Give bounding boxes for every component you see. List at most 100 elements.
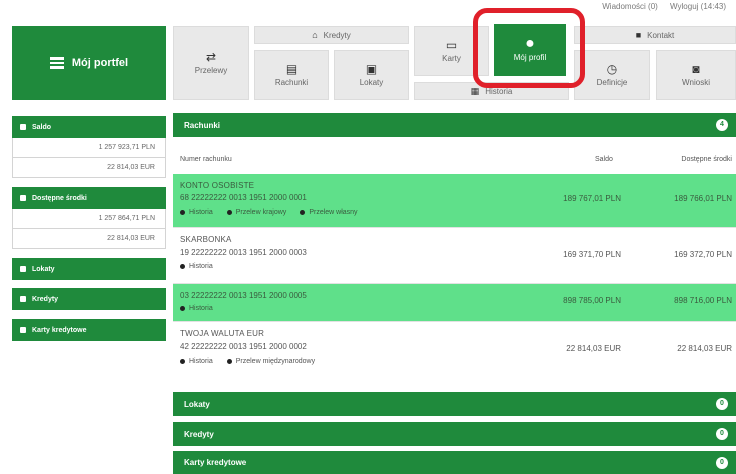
- nav-accounts[interactable]: ▤ Rachunki: [254, 50, 329, 100]
- inbox-icon: ◙: [692, 62, 700, 76]
- logout-link[interactable]: Wyloguj (14:43): [670, 2, 726, 11]
- account-number: 68 22222222 0013 1951 2000 0001: [180, 193, 307, 202]
- bullet-icon: [226, 210, 232, 215]
- nav-applications[interactable]: ◙ Wnioski: [656, 50, 736, 100]
- bullet-icon: [180, 359, 185, 364]
- nav-label: Karty: [442, 54, 461, 63]
- account-name: KONTO OSOBISTE: [180, 181, 255, 190]
- deposits-panel-header[interactable]: Lokaty 0: [173, 392, 736, 416]
- account-number: 19 22222222 0013 1951 2000 0003: [180, 248, 307, 257]
- history-link[interactable]: Historia: [180, 209, 213, 216]
- sidebar-section-label: Lokaty: [32, 265, 55, 273]
- available-eur-value: 22 814,03 EUR: [12, 229, 166, 249]
- history-link[interactable]: Historia: [180, 263, 213, 270]
- sidebar-section-credit-cards[interactable]: Karty kredytowe: [12, 319, 166, 341]
- nav-contact[interactable]: ■ Kontakt: [574, 26, 736, 44]
- nav-transfers[interactable]: ⇄ Przelewy: [173, 26, 249, 100]
- account-actions: Historia Przelew międzynarodowy: [180, 358, 329, 365]
- count-badge: 0: [716, 457, 728, 469]
- list-icon: [49, 57, 64, 69]
- bullet-icon: [20, 124, 26, 130]
- nav-definitions[interactable]: ◷ Definicje: [574, 50, 650, 100]
- count-badge: 0: [716, 398, 728, 410]
- accounts-panel-header[interactable]: Rachunki 4: [173, 113, 736, 137]
- sidebar-section-available[interactable]: Dostępne środki: [12, 187, 166, 209]
- document-icon: ▤: [285, 62, 298, 76]
- clock-icon: ◷: [606, 62, 618, 76]
- column-header-balance: Saldo: [595, 156, 613, 163]
- sidebar-section-deposits[interactable]: Lokaty: [12, 258, 166, 280]
- transfer-arrows-icon: ⇄: [205, 50, 217, 64]
- bullet-icon: [180, 306, 185, 311]
- account-available: 189 766,01 PLN: [674, 194, 732, 203]
- briefcase-icon: ▣: [365, 62, 378, 76]
- international-transfer-link[interactable]: Przelew międzynarodowy: [226, 358, 315, 365]
- account-balance: 22 814,03 EUR: [566, 344, 621, 353]
- nav-credits[interactable]: ⌂ Kredyty: [254, 26, 409, 44]
- nav-my-profile[interactable]: ● Mój profil: [494, 24, 566, 76]
- count-badge: 4: [716, 119, 728, 131]
- saldo-eur-value: 22 814,03 EUR: [12, 158, 166, 178]
- account-name: TWOJA WALUTA EUR: [180, 329, 265, 338]
- count-badge: 0: [716, 428, 728, 440]
- sidebar-section-label: Karty kredytowe: [32, 326, 87, 334]
- nav-label: Historia: [485, 86, 513, 96]
- account-row[interactable]: KONTO OSOBISTE 68 22222222 0013 1951 200…: [173, 174, 736, 228]
- account-row[interactable]: 03 22222222 0013 1951 2000 0005 Historia…: [173, 284, 736, 322]
- account-row[interactable]: TWOJA WALUTA EUR 42 22222222 0013 1951 2…: [173, 322, 736, 378]
- account-available: 169 372,70 PLN: [674, 250, 732, 259]
- nav-label: Definicje: [596, 78, 628, 87]
- account-actions: Historia: [180, 305, 227, 312]
- account-actions: Historia: [180, 263, 227, 270]
- account-balance: 189 767,01 PLN: [563, 194, 621, 203]
- sidebar-section-label: Kredyty: [32, 295, 59, 303]
- my-portfolio-button[interactable]: Mój portfel: [12, 26, 166, 100]
- bullet-icon: [180, 210, 185, 215]
- top-links: Wiadomości (0) Wyloguj (14:43): [592, 2, 726, 11]
- account-row[interactable]: SKARBONKA 19 22222222 0013 1951 2000 000…: [173, 228, 736, 284]
- sidebar-section-loans[interactable]: Kredyty: [12, 288, 166, 310]
- panel-title: Lokaty: [184, 399, 210, 409]
- user-icon: ●: [525, 35, 535, 52]
- nav-label: Rachunki: [274, 78, 309, 87]
- account-available: 22 814,03 EUR: [677, 344, 732, 353]
- nav-label: Kredyty: [323, 30, 351, 40]
- bullet-icon: [226, 359, 232, 364]
- bullet-icon: [20, 296, 26, 302]
- bullet-icon: [180, 264, 185, 269]
- account-name: SKARBONKA: [180, 235, 232, 244]
- nav-cards[interactable]: ▭ Karty: [414, 26, 489, 76]
- nav-label: Przelewy: [194, 66, 228, 75]
- bullet-icon: [20, 327, 26, 333]
- nav-label: Mój profil: [513, 53, 547, 62]
- loans-panel-header[interactable]: Kredyty 0: [173, 422, 736, 446]
- credit-card-icon: ▭: [445, 38, 458, 52]
- account-balance: 898 785,00 PLN: [563, 296, 621, 305]
- sidebar-section-saldo[interactable]: Saldo: [12, 116, 166, 138]
- nav-deposits[interactable]: ▣ Lokaty: [334, 50, 409, 100]
- column-header-number: Numer rachunku: [180, 156, 232, 163]
- credit-cards-panel-header[interactable]: Karty kredytowe 0: [173, 451, 736, 474]
- sidebar-section-label: Saldo: [32, 123, 52, 131]
- sidebar-section-label: Dostępne środki: [32, 194, 87, 202]
- panel-title: Kredyty: [184, 429, 214, 439]
- account-available: 898 716,00 PLN: [674, 296, 732, 305]
- messages-link[interactable]: Wiadomości (0): [602, 2, 658, 11]
- bullet-icon: [20, 266, 26, 272]
- own-transfer-link[interactable]: Przelew własny: [300, 209, 358, 216]
- available-pln-value: 1 257 864,71 PLN: [12, 209, 166, 229]
- nav-history[interactable]: ▦ Historia: [414, 82, 569, 100]
- nav-label: Kontakt: [647, 30, 675, 40]
- panel-title: Rachunki: [184, 120, 221, 130]
- account-number: 03 22222222 0013 1951 2000 0005: [180, 291, 307, 300]
- account-number: 42 22222222 0013 1951 2000 0002: [180, 342, 307, 351]
- history-link[interactable]: Historia: [180, 358, 213, 365]
- domestic-transfer-link[interactable]: Przelew krajowy: [226, 209, 286, 216]
- column-header-available: Dostępne środki: [681, 156, 732, 163]
- history-link[interactable]: Historia: [180, 305, 213, 312]
- bullet-icon: [20, 195, 26, 201]
- panel-title: Karty kredytowe: [184, 458, 247, 467]
- saldo-pln-value: 1 257 923,71 PLN: [12, 138, 166, 158]
- chat-icon: ■: [635, 30, 642, 40]
- account-balance: 169 371,70 PLN: [563, 250, 621, 259]
